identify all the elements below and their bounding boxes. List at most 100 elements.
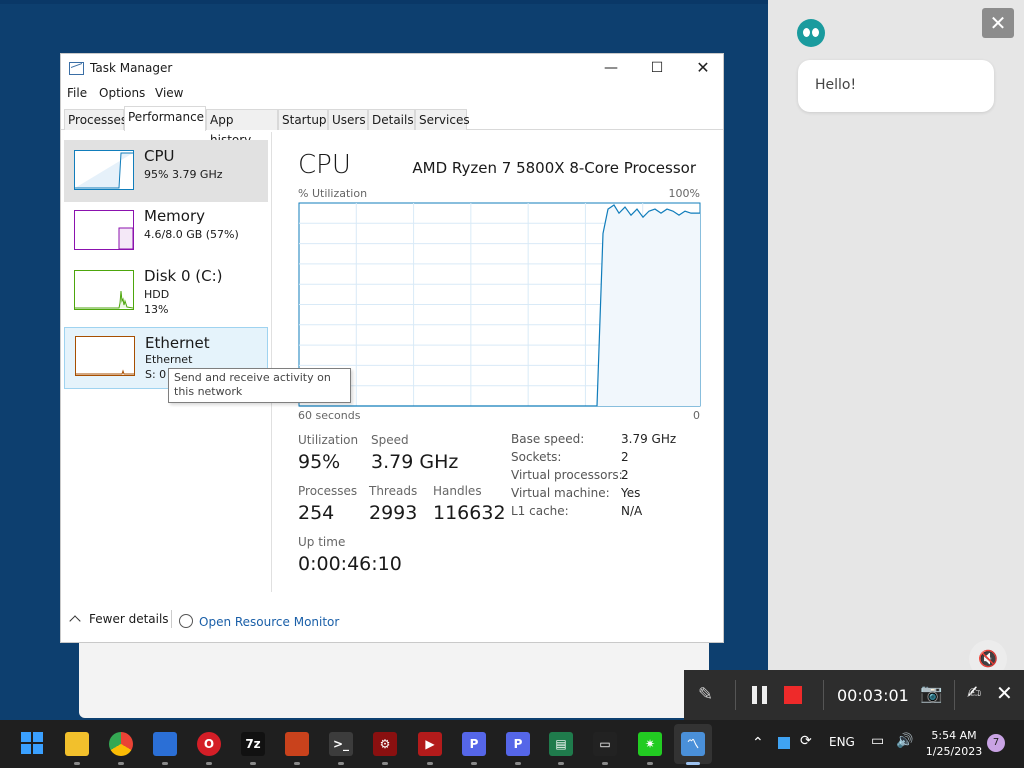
p-app-2-icon[interactable]: P bbox=[506, 732, 530, 756]
running-indicator bbox=[471, 762, 477, 765]
handles-value: 116632 bbox=[433, 502, 506, 524]
notification-badge[interactable]: 7 bbox=[987, 734, 1005, 752]
running-indicator bbox=[558, 762, 564, 765]
tab-performance[interactable]: Performance bbox=[124, 106, 206, 131]
utilization-label: Utilization bbox=[298, 433, 359, 447]
tab-details[interactable]: Details bbox=[368, 109, 415, 130]
presentation-icon[interactable]: ▤ bbox=[549, 732, 573, 756]
graph-zero-label: 0 bbox=[693, 409, 700, 422]
clock[interactable]: 5:54 AM 1/25/2023 bbox=[922, 728, 986, 760]
browser-icon[interactable] bbox=[153, 732, 177, 756]
background-window bbox=[79, 640, 709, 718]
7zip-icon[interactable]: 7z bbox=[241, 732, 265, 756]
resource-sidebar: CPU 95% 3.79 GHz Memory 4.6/8.0 GB (57%)… bbox=[61, 132, 272, 592]
uptime-label: Up time bbox=[298, 535, 346, 549]
gear-red-icon[interactable]: ⚙ bbox=[373, 732, 397, 756]
tab-users[interactable]: Users bbox=[328, 109, 368, 130]
disk-sparkline bbox=[74, 270, 134, 310]
ethernet-sparkline bbox=[75, 336, 135, 376]
running-indicator bbox=[74, 762, 80, 765]
fewer-details-button[interactable]: Fewer details bbox=[69, 612, 169, 627]
tooltip: Send and receive activity on this networ… bbox=[168, 368, 351, 403]
threads-label: Threads bbox=[369, 484, 418, 498]
tab-services[interactable]: Services bbox=[415, 109, 470, 130]
edit-icon[interactable]: ✍ bbox=[967, 683, 981, 703]
pause-button[interactable] bbox=[752, 686, 768, 704]
sidebar-item-label: Disk 0 (C:) bbox=[144, 267, 223, 285]
chat-close-button[interactable]: ✕ bbox=[982, 8, 1014, 38]
virtual-machine-value: Yes bbox=[621, 486, 641, 500]
menu-file[interactable]: File bbox=[67, 86, 87, 100]
running-indicator bbox=[647, 762, 653, 765]
desktop-strip bbox=[0, 0, 768, 4]
graph-label: % Utilization bbox=[298, 187, 368, 200]
language-indicator[interactable]: ENG bbox=[829, 735, 855, 749]
processes-value: 254 bbox=[298, 502, 335, 524]
title-bar[interactable]: Task Manager — ☐ ✕ bbox=[61, 54, 723, 84]
screen-recorder-bar: ✎ 00:03:01 📷 ✍ ✕ bbox=[684, 670, 1024, 720]
tab-startup[interactable]: Startup bbox=[278, 109, 328, 130]
menu-view[interactable]: View bbox=[155, 86, 183, 100]
sidebar-item-label: CPU bbox=[144, 147, 175, 165]
maximize-button[interactable]: ☐ bbox=[634, 54, 680, 84]
chat-panel: ✕ Hello! 🔇 bbox=[768, 0, 1024, 720]
sidebar-item-memory[interactable]: Memory 4.6/8.0 GB (57%) bbox=[64, 200, 268, 262]
running-indicator bbox=[118, 762, 124, 765]
camera-icon[interactable]: 📷 bbox=[920, 683, 942, 704]
tab-app-history[interactable]: App history bbox=[206, 109, 278, 147]
sidebar-item-detail: HDD bbox=[144, 288, 170, 301]
recorder-divider bbox=[823, 680, 824, 710]
sidebar-item-disk[interactable]: Disk 0 (C:) HDD 13% bbox=[64, 260, 268, 322]
task-manager-window: Task Manager — ☐ ✕ File Options View Pro… bbox=[60, 53, 724, 643]
speed-label: Speed bbox=[371, 433, 409, 447]
recorder-close-button[interactable]: ✕ bbox=[996, 681, 1013, 705]
bot-avatar-icon bbox=[797, 19, 825, 47]
open-resource-monitor-link[interactable]: Open Resource Monitor bbox=[179, 612, 339, 629]
tab-processes[interactable]: Processes bbox=[64, 109, 127, 130]
stop-button[interactable] bbox=[784, 686, 802, 704]
running-indicator bbox=[206, 762, 212, 765]
running-indicator bbox=[382, 762, 388, 765]
p-app-icon[interactable]: P bbox=[462, 732, 486, 756]
chevron-up-icon bbox=[69, 615, 81, 627]
sync-icon[interactable]: ⟳ bbox=[800, 733, 812, 749]
resource-monitor-icon bbox=[179, 614, 193, 628]
cpu-sparkline bbox=[74, 150, 134, 190]
recording-timer: 00:03:01 bbox=[837, 686, 909, 705]
graph-max-label: 100% bbox=[668, 187, 700, 200]
uptime-value: 0:00:46:10 bbox=[298, 553, 402, 575]
network-icon[interactable]: ▭ bbox=[871, 733, 884, 749]
sidebar-item-subdetail: 13% bbox=[144, 303, 169, 316]
chevron-up-icon[interactable]: ⌃ bbox=[752, 735, 764, 751]
archive-icon[interactable] bbox=[285, 732, 309, 756]
sidebar-item-detail: 95% 3.79 GHz bbox=[144, 168, 223, 181]
open-resource-monitor-label: Open Resource Monitor bbox=[199, 615, 340, 629]
fewer-details-label: Fewer details bbox=[89, 612, 169, 626]
file-explorer-icon[interactable] bbox=[65, 732, 89, 756]
video-icon[interactable]: ▶ bbox=[418, 732, 442, 756]
task-manager-icon[interactable]: 〽 bbox=[681, 732, 705, 756]
sockets-value: 2 bbox=[621, 450, 629, 464]
virtual-machine-label: Virtual machine: bbox=[511, 486, 610, 500]
cmd-icon[interactable]: ▭ bbox=[593, 732, 617, 756]
volume-icon[interactable]: 🔊 bbox=[896, 733, 913, 749]
sidebar-item-detail: Ethernet bbox=[145, 353, 193, 366]
chrome-icon[interactable] bbox=[109, 732, 133, 756]
taskbar: O 7z >_ ⚙ ▶ P P ▤ ▭ ✷ 〽 ⌃ ⟳ ENG ▭ 🔊 5:54 AM 1/25/2… bbox=[0, 720, 1024, 768]
minimize-button[interactable]: — bbox=[588, 54, 634, 84]
base-speed-label: Base speed: bbox=[511, 432, 585, 446]
pen-icon[interactable]: ✎ bbox=[698, 684, 713, 705]
close-button[interactable]: ✕ bbox=[680, 54, 726, 84]
menu-bar: File Options View bbox=[61, 84, 723, 104]
menu-options[interactable]: Options bbox=[99, 86, 145, 100]
razer-icon[interactable]: ✷ bbox=[638, 732, 662, 756]
sidebar-item-cpu[interactable]: CPU 95% 3.79 GHz bbox=[64, 140, 268, 202]
terminal-icon[interactable]: >_ bbox=[329, 732, 353, 756]
running-indicator bbox=[427, 762, 433, 765]
sidebar-item-subdetail: S: 0 bbox=[145, 368, 167, 381]
l1-cache-label: L1 cache: bbox=[511, 504, 569, 518]
opera-icon[interactable]: O bbox=[197, 732, 221, 756]
app-tray-icon[interactable] bbox=[778, 737, 790, 749]
start-icon[interactable] bbox=[20, 732, 44, 756]
sidebar-item-label: Memory bbox=[144, 207, 206, 225]
